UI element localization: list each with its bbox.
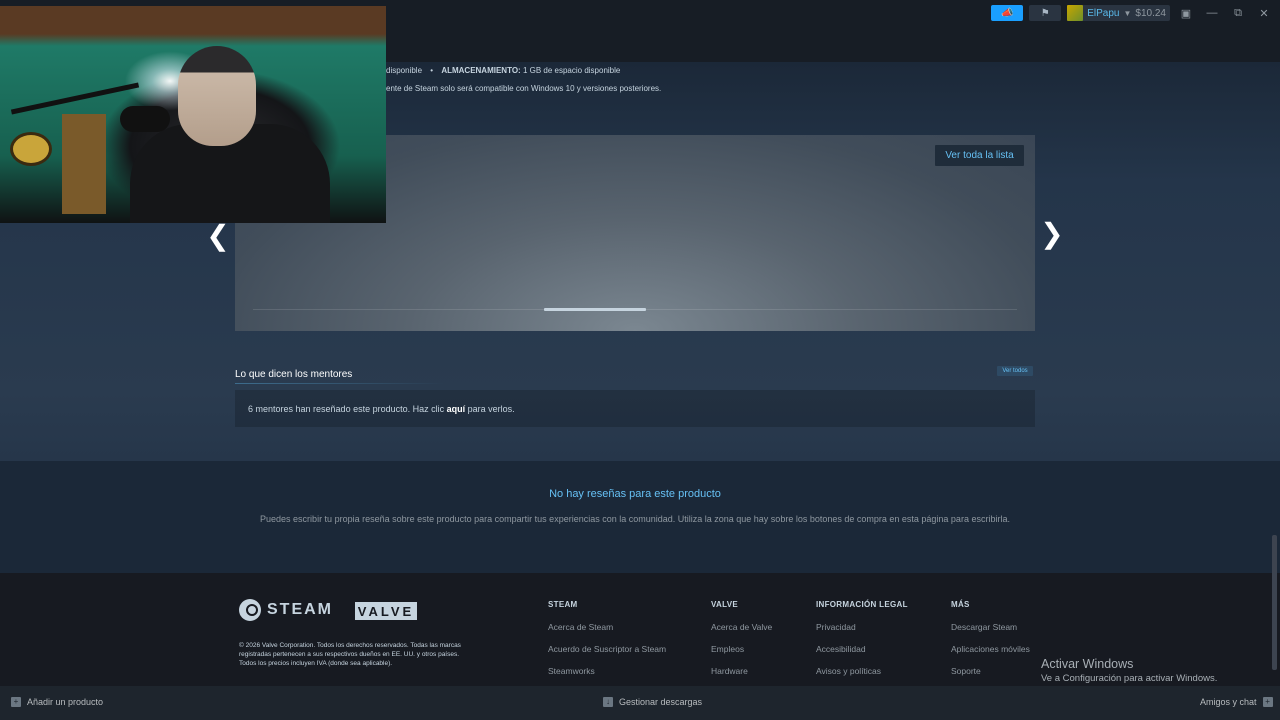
- bell-icon: ⚑: [1040, 7, 1050, 19]
- chevron-down-icon: ▼: [1123, 8, 1132, 18]
- avatar: [1067, 5, 1084, 21]
- windows-activation-watermark: Activar Windows Ve a Configuración para …: [1041, 657, 1217, 684]
- plus-icon: +: [11, 697, 21, 707]
- curators-heading: Lo que dicen los mentores: [235, 369, 353, 380]
- valve-logo[interactable]: VALVE: [355, 602, 417, 620]
- footer-link[interactable]: Acuerdo de Suscriptor a Steam: [548, 644, 666, 666]
- storage-value: 1 GB de espacio disponible: [522, 66, 621, 75]
- chat-icon: +: [1262, 697, 1273, 707]
- footer-column-more: MÁS Descargar Steam Aplicaciones móviles…: [951, 600, 1030, 688]
- account-menu[interactable]: ElPapu ▼ $10.24: [1067, 5, 1170, 21]
- footer-link[interactable]: Acerca de Steam: [548, 622, 666, 644]
- footer-link[interactable]: Soporte: [951, 666, 1030, 688]
- steam-logo-text: STEAM: [267, 601, 333, 618]
- curators-here-link[interactable]: aquí: [447, 404, 466, 414]
- carousel-scrollbar-thumb[interactable]: [544, 308, 646, 311]
- footer-column-heading: VALVE: [711, 600, 738, 609]
- add-product-label: Añadir un producto: [27, 697, 104, 707]
- carousel-next-arrow-icon[interactable]: ❯: [1040, 216, 1064, 252]
- download-icon: ↓: [603, 697, 613, 707]
- curators-divider: [235, 383, 445, 384]
- bullet: •: [430, 66, 434, 75]
- notifications-button[interactable]: ⚑: [1029, 5, 1062, 21]
- footer-column-heading: STEAM: [548, 600, 578, 609]
- footer-column-steam: STEAM Acerca de Steam Acuerdo de Suscrip…: [548, 600, 666, 688]
- footer-link[interactable]: Accesibilidad: [816, 644, 908, 666]
- friends-chat-label: Amigos y chat: [1200, 697, 1257, 707]
- add-product-button[interactable]: + Añadir un producto: [11, 697, 103, 707]
- username: ElPapu: [1087, 7, 1120, 19]
- wallet-balance: $10.24: [1135, 7, 1166, 19]
- webcam-overlay: [0, 6, 386, 223]
- footer-link[interactable]: Avisos y políticas: [816, 666, 908, 688]
- close-icon[interactable]: ✕: [1254, 7, 1274, 20]
- footer-column-legal: INFORMACIÓN LEGAL Privacidad Accesibilid…: [816, 600, 908, 688]
- view-full-list-button[interactable]: Ver toda la lista: [935, 145, 1024, 166]
- activation-title: Activar Windows: [1041, 657, 1134, 671]
- activation-subtitle: Ve a Configuración para activar Windows.: [1041, 673, 1218, 684]
- curators-summary: 6 mentores han reseñado este producto. H…: [248, 404, 515, 414]
- manage-downloads-label: Gestionar descargas: [619, 697, 703, 707]
- minimize-icon[interactable]: —: [1202, 7, 1222, 19]
- footer-link[interactable]: Empleos: [711, 644, 772, 666]
- footer-link[interactable]: Steamworks: [548, 666, 666, 688]
- manage-downloads-button[interactable]: ↓ Gestionar descargas: [603, 697, 702, 707]
- no-reviews-description: Puedes escribir tu propia reseña sobre e…: [260, 514, 1010, 524]
- legal-line: © 2026 Valve Corporation. Todos los dere…: [239, 642, 461, 649]
- storage-label: ALMACENAMIENTO:: [441, 66, 521, 75]
- storage-prefix: disponible: [386, 66, 423, 75]
- footer-column-valve: VALVE Acerca de Valve Empleos Hardware: [711, 600, 772, 688]
- footer-column-heading: MÁS: [951, 600, 970, 609]
- steam-icon: [239, 599, 261, 621]
- megaphone-icon: 📣: [1001, 7, 1014, 19]
- friends-chat-button[interactable]: Amigos y chat +: [1200, 697, 1273, 707]
- legal-notice: © 2026 Valve Corporation. Todos los dere…: [239, 641, 499, 668]
- legal-line: Todos los precios incluyen IVA (donde se…: [239, 660, 393, 667]
- curators-text-before: 6 mentores han reseñado este producto. H…: [248, 404, 447, 414]
- announcements-button[interactable]: 📣: [991, 5, 1024, 21]
- footer-link[interactable]: Privacidad: [816, 622, 908, 644]
- curators-text-after: para verlos.: [465, 404, 515, 414]
- restore-icon[interactable]: ⧉: [1228, 7, 1248, 20]
- windows-compat-note: ente de Steam solo será compatible con W…: [386, 84, 662, 93]
- footer-link[interactable]: Aplicaciones móviles: [951, 644, 1030, 666]
- legal-line: registradas pertenecen a sus respectivos…: [239, 651, 460, 658]
- carousel-prev-arrow-icon[interactable]: ❮: [206, 220, 230, 252]
- system-requirements-line: disponible • ALMACENAMIENTO: 1 GB de esp…: [386, 66, 620, 75]
- footer-link[interactable]: Hardware: [711, 666, 772, 688]
- title-bar-controls: 📣 ⚑ ElPapu ▼ $10.24 ▣ — ⧉ ✕: [991, 4, 1274, 22]
- page-scrollbar[interactable]: [1272, 535, 1277, 670]
- footer-link[interactable]: Descargar Steam: [951, 622, 1030, 644]
- steam-logo[interactable]: STEAM: [239, 599, 333, 621]
- footer-column-heading: INFORMACIÓN LEGAL: [816, 600, 908, 609]
- curators-see-all-button[interactable]: Ver todos: [997, 366, 1033, 376]
- monitor-icon[interactable]: ▣: [1176, 7, 1196, 20]
- no-reviews-title: No hay reseñas para este producto: [549, 488, 721, 500]
- footer-link[interactable]: Acerca de Valve: [711, 622, 772, 644]
